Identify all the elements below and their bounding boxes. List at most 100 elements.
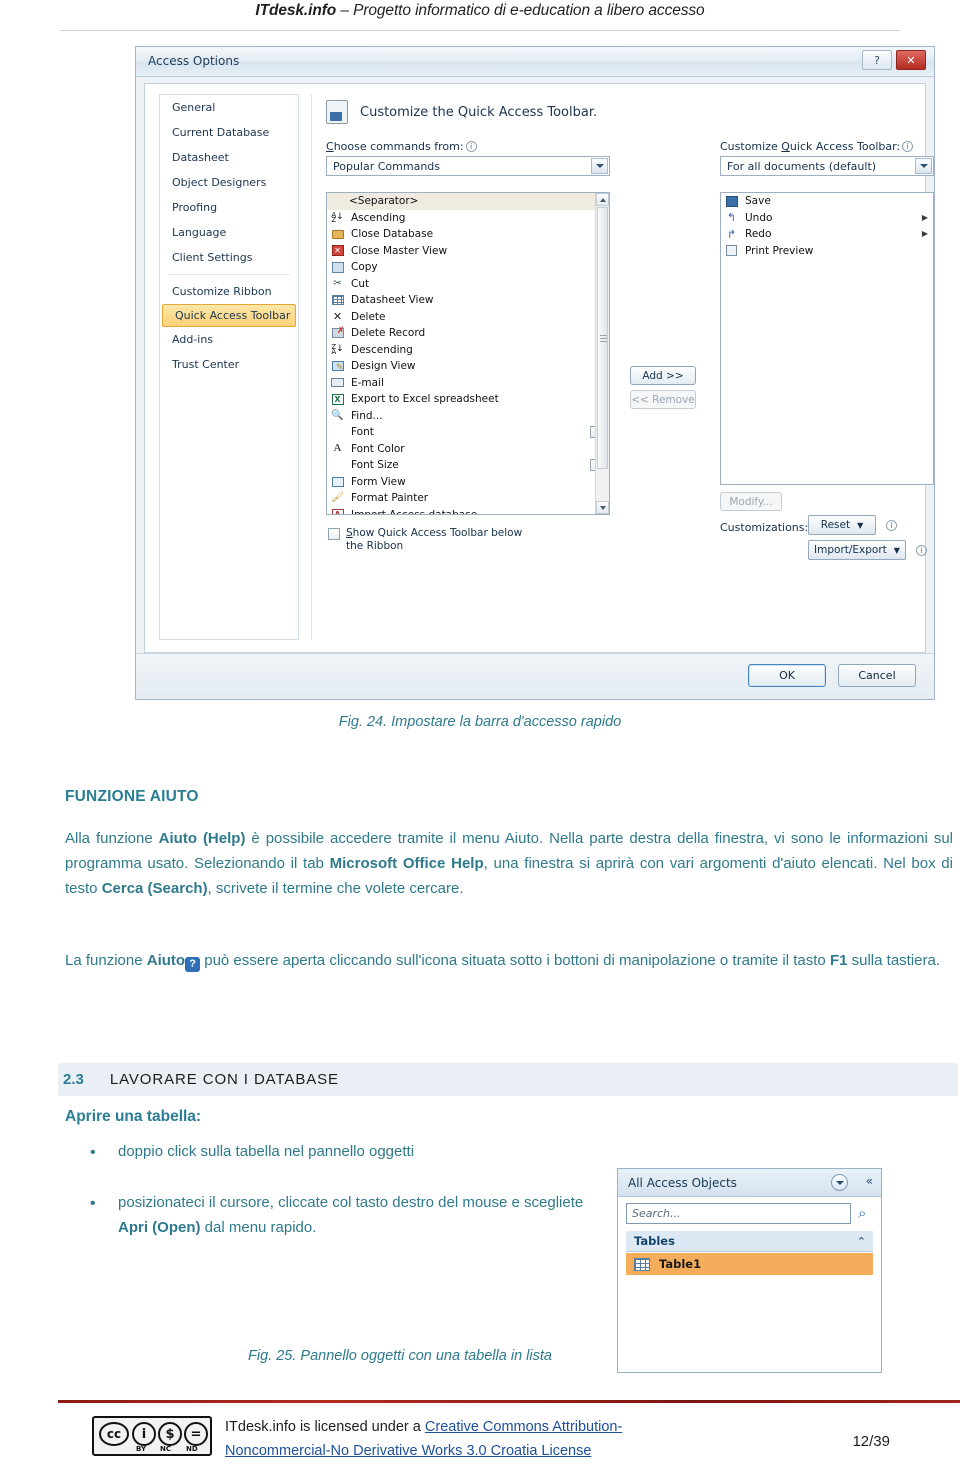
modify-button[interactable]: Modify... [720,492,782,511]
tables-group-header[interactable]: Tables ⌃ [626,1231,873,1252]
header-divider [60,30,900,31]
reset-button[interactable]: Reset ▼ [808,515,876,535]
dialog-title: Access Options [148,54,240,68]
list-item[interactable]: X Export to Excel spreadsheet [327,391,609,408]
list-item[interactable]: ✗ Delete Record [327,325,609,342]
section-heading-2-3: 2.3 LAVORARE CON I DATABASE [58,1063,958,1096]
chevron-down-icon[interactable]: ▼ [857,521,863,530]
chevron-down-icon[interactable] [915,158,932,174]
sidebar-item-language[interactable]: Language [160,220,298,245]
sidebar-item-add-ins[interactable]: Add-ins [160,327,298,352]
list-item[interactable]: 🖌 Format Painter [327,490,609,507]
collapse-icon[interactable]: « [866,1174,873,1188]
remove-button[interactable]: << Remove [630,390,696,409]
section-number: 2.3 [63,1071,84,1088]
scrollbar-thumb[interactable] [597,207,608,469]
list-item[interactable]: Close Database [327,226,609,243]
list-item[interactable]: Copy [327,259,609,276]
add-button[interactable]: Add >> [630,366,696,385]
list-item[interactable]: <Separator> [327,193,609,210]
quick-access-toolbar-icon [326,100,348,124]
chevron-right-icon[interactable]: ▶ [922,229,928,238]
scroll-down-icon[interactable] [596,501,609,514]
list-item-label: Import Access database [351,508,478,515]
available-commands-list[interactable]: <Separator> A Z ↓ Ascending Close Database ✕ Cl… [326,192,610,515]
list-item[interactable]: ✎ Design View [327,358,609,375]
info-icon[interactable]: i [916,545,927,556]
chevron-down-icon[interactable] [591,158,608,174]
list-item[interactable]: Print Preview [721,243,933,260]
list-item[interactable]: ✕ Close Master View [327,243,609,260]
panel-title: All Access Objects [628,1175,737,1190]
license-text: ITdesk.info is licensed under a Creative… [225,1415,785,1463]
import-export-button[interactable]: Import/Export ▼ [808,540,906,560]
chevron-right-icon[interactable]: ▶ [922,213,928,222]
list-item-label: Close Database [351,228,434,241]
list-item[interactable]: Save [721,193,933,210]
current-qat-rows[interactable]: Save ↰ Undo ▶ ↱ Redo ▶ Print Preview [721,193,933,259]
nav-divider [168,274,290,275]
sidebar-item-object-designers[interactable]: Object Designers [160,170,298,195]
license-link-line-1[interactable]: Creative Commons Attribution- [425,1419,622,1435]
cancel-button[interactable]: Cancel [838,664,916,687]
sidebar-item-client-settings[interactable]: Client Settings [160,245,298,270]
sidebar-item-datasheet[interactable]: Datasheet [160,145,298,170]
info-icon[interactable]: i [465,141,477,152]
info-icon[interactable]: i [886,520,897,531]
sidebar-item-general[interactable]: General [160,95,298,120]
list-item[interactable]: ✂ Cut [327,276,609,293]
ok-button[interactable]: OK [748,664,826,687]
list-item-label: Ascending [351,211,406,224]
list-item-label: Table1 [659,1257,702,1271]
save-icon [724,195,739,208]
list-item[interactable]: E-mail [327,375,609,392]
list-item[interactable]: ↱ Redo ▶ [721,226,933,243]
chevron-down-icon[interactable]: ▼ [894,546,900,555]
list-item[interactable]: ✕ Delete [327,309,609,326]
show-qat-below-ribbon-checkbox[interactable] [328,528,340,540]
list-item[interactable]: Datasheet View [327,292,609,309]
redo-icon: ↱ [726,227,737,241]
sidebar-item-customize-ribbon[interactable]: Customize Ribbon [160,279,298,304]
customize-qat-combo[interactable]: For all documents (default) [720,156,934,176]
list-item[interactable]: Z A ↓ Descending [327,342,609,359]
paragraph-aiuto-2-part-b: può essere aperta cliccando sull'icona s… [200,952,941,969]
options-pane: Customize the Quick Access Toolbar. CCho… [311,94,934,640]
license-link-line-2[interactable]: Noncommercial-No Derivative Works 3.0 Cr… [225,1443,591,1459]
close-icon[interactable]: ✕ [896,50,926,70]
commands-scrollbar[interactable] [595,193,609,514]
sidebar-item-quick-access-toolbar[interactable]: Quick Access Toolbar [162,304,296,327]
sidebar-item-proofing[interactable]: Proofing [160,195,298,220]
list-item-label: Export to Excel spreadsheet [351,393,499,406]
search-input[interactable]: Search... [626,1203,851,1224]
list-item[interactable]: A Z ↓ Ascending [327,210,609,227]
sidebar-item-trust-center[interactable]: Trust Center [160,352,298,377]
list-item[interactable]: Table1 [626,1253,873,1275]
list-item[interactable]: Form View [327,474,609,491]
help-icon[interactable]: ? [862,50,892,70]
list-item[interactable]: 🔍 Find... [327,408,609,425]
grid-icon [330,294,345,307]
bullet-icon: • [90,1195,96,1212]
list-item-label: Find... [351,409,383,422]
list-item-label: Form View [351,475,406,488]
info-icon[interactable]: i [902,141,914,152]
current-qat-list[interactable]: Save ↰ Undo ▶ ↱ Redo ▶ Print Preview [720,192,934,485]
design-icon: ✎ [330,360,345,373]
sidebar-item-label: Language [172,226,227,239]
list-item[interactable]: A Import Access database [327,507,609,515]
list-item[interactable]: FontI▾ [327,424,609,441]
available-commands-rows[interactable]: <Separator> A Z ↓ Ascending Close Database ✕ Cl… [327,193,609,515]
list-item[interactable]: ↰ Undo ▶ [721,210,933,227]
list-item[interactable]: Font SizeI▾ [327,457,609,474]
choose-commands-combo[interactable]: Popular Commands [326,156,610,176]
sidebar-item-label: Datasheet [172,151,229,164]
options-nav-list[interactable]: General Current Database Datasheet Object D… [159,94,299,640]
chevron-up-icon[interactable]: ⌃ [857,1235,866,1248]
chevron-down-icon[interactable] [831,1174,848,1191]
x-icon: ✕ [332,310,343,324]
scroll-up-icon[interactable] [596,193,609,206]
search-icon[interactable]: ⌕ [858,1205,874,1221]
sidebar-item-current-database[interactable]: Current Database [160,120,298,145]
list-item[interactable]: AFont Color▶ [327,441,609,458]
